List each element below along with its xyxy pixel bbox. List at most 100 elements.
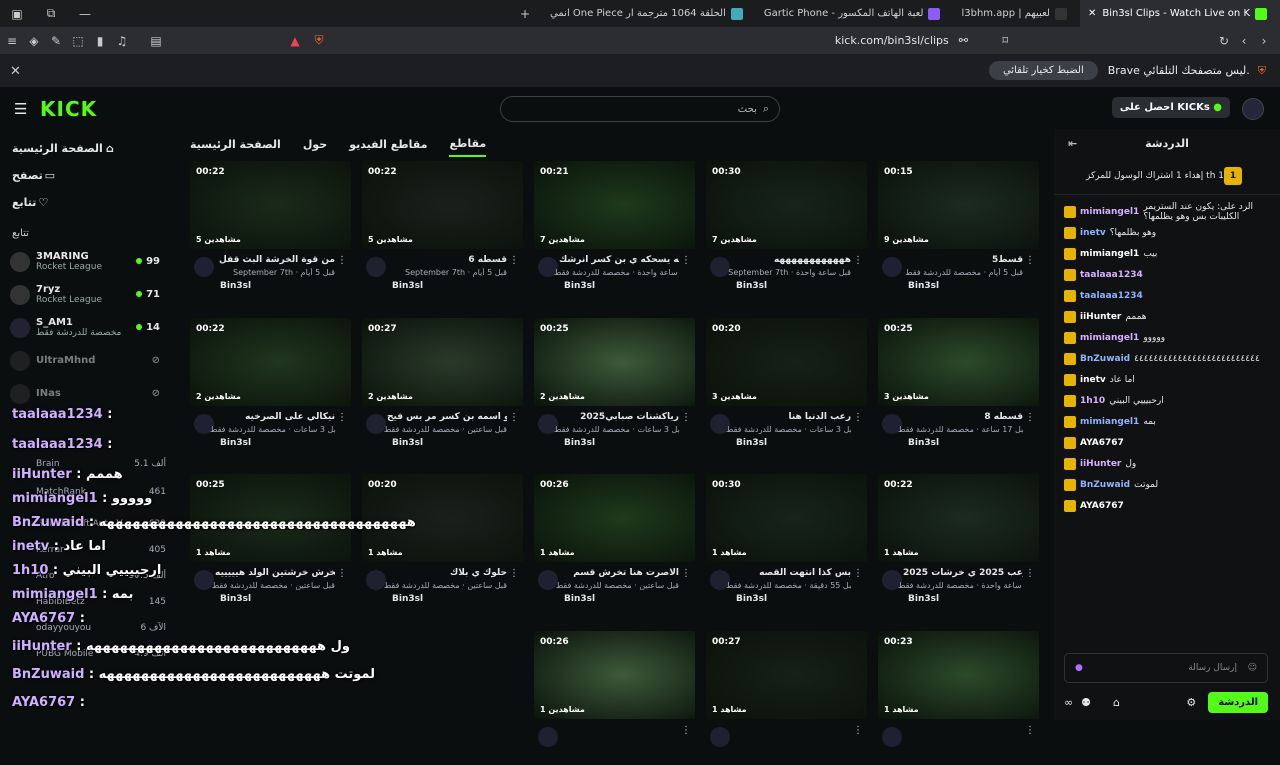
chat-message[interactable]: AYA6767 xyxy=(1064,495,1270,516)
chat-username[interactable]: 1h10 xyxy=(1080,396,1105,406)
clip-card[interactable]: 00:21 7 مشاهدين الله يسحكه ي بن كسر انرشك … xyxy=(534,161,695,295)
clip-card[interactable]: 00:20 3 مشاهدين رعب الدنيا هنا قبل 3 ساعات … xyxy=(706,318,867,452)
clip-thumbnail[interactable]: 00:27 1 مشاهد xyxy=(706,631,867,719)
extensions-icon[interactable]: ⬚ xyxy=(68,34,88,48)
emoji-icon[interactable]: ☺ xyxy=(1248,663,1257,673)
clip-thumbnail[interactable]: 00:20 3 مشاهدين xyxy=(706,318,867,406)
kick-logo[interactable]: KICK xyxy=(40,97,97,121)
clip-title[interactable]: بس كذا انتهت القصه xyxy=(759,568,851,578)
clip-card[interactable]: 00:25 3 مشاهدين قسطه 8 قبل 17 ساعة · مخصصة … xyxy=(878,318,1039,452)
pen-icon[interactable]: ✎ xyxy=(46,34,66,48)
clip-title[interactable]: من قوة الخرشة البث قفل xyxy=(219,255,335,265)
clip-thumbnail[interactable]: 00:20 1 مشاهد xyxy=(362,474,523,562)
users-icon[interactable]: ⚉ xyxy=(1081,696,1091,709)
clip-thumbnail[interactable]: 00:26 1 مشاهدين xyxy=(534,631,695,719)
chat-message[interactable]: AYA6767 xyxy=(1064,432,1270,453)
search-input[interactable]: بحث ⌕ xyxy=(500,96,780,122)
clip-channel[interactable]: Bin3sl xyxy=(392,594,423,604)
clip-title[interactable]: الاصرت هنا تخرش قسم xyxy=(573,568,679,578)
channel-item[interactable]: INas ⊘ xyxy=(0,377,170,410)
avatar[interactable] xyxy=(710,727,730,747)
chat-message[interactable]: iiHunter هممم xyxy=(1064,306,1270,327)
clip-thumbnail[interactable]: 00:30 7 مشاهدين xyxy=(706,161,867,249)
chat-message[interactable]: mimiangel1 بيب xyxy=(1064,243,1270,264)
clip-thumbnail[interactable]: 00:25 1 مشاهد xyxy=(190,474,351,562)
clip-card[interactable]: 00:20 1 مشاهد حلوك ي بلاك قبل ساعتين · مخصص… xyxy=(362,474,523,608)
back-icon[interactable]: ‹ xyxy=(1234,34,1254,48)
store-icon[interactable]: ⌂ xyxy=(1113,696,1120,709)
clip-card[interactable]: 00:26 1 مشاهدين ⋮ xyxy=(534,631,695,765)
channel-item[interactable]: Karrar 405 xyxy=(36,545,166,563)
chat-username[interactable]: taalaaa1234 xyxy=(1080,270,1143,280)
clip-thumbnail[interactable]: 00:22 5 مشاهدين xyxy=(362,161,523,249)
avatar[interactable] xyxy=(882,257,902,277)
more-options-icon[interactable]: ⋮ xyxy=(853,568,863,579)
menu-icon[interactable]: ≡ xyxy=(2,34,22,48)
clip-channel[interactable]: Bin3sl xyxy=(564,594,595,604)
clip-title[interactable]: ههههههههههههه xyxy=(774,255,851,265)
brave-rewards-icon[interactable]: ▲ xyxy=(285,34,305,48)
chat-username[interactable]: BnZuwaid xyxy=(1080,354,1130,364)
reload-icon[interactable]: ↻ xyxy=(1214,34,1234,48)
clip-thumbnail[interactable]: 00:25 2 مشاهدين xyxy=(534,318,695,406)
close-icon[interactable]: ✕ xyxy=(1088,8,1096,19)
wallet-icon[interactable]: ▤ xyxy=(146,34,166,48)
more-options-icon[interactable]: ⋮ xyxy=(853,412,863,423)
more-options-icon[interactable]: ⋮ xyxy=(337,412,347,423)
more-options-icon[interactable]: ⋮ xyxy=(681,412,691,423)
chat-message[interactable]: mimiangel1 الرد على: يكون عند الستريمر ال… xyxy=(1064,201,1270,222)
clip-channel[interactable]: Bin3sl xyxy=(908,594,939,604)
pinned-message[interactable]: إهداء 1 اشتراك الوسول للمركز th 11 xyxy=(1054,157,1280,195)
chat-message[interactable]: BnZuwaid لموتت xyxy=(1064,474,1270,495)
tab-about[interactable]: حول xyxy=(303,132,327,156)
new-tab-button[interactable]: + xyxy=(508,7,542,21)
mic-icon[interactable]: ● xyxy=(1075,663,1083,673)
more-options-icon[interactable]: ⋮ xyxy=(1025,412,1035,423)
clip-card[interactable]: 00:30 1 مشاهد بس كذا انتهت القصه قبل 55 دقي… xyxy=(706,474,867,608)
clip-title[interactable]: قسط5 xyxy=(992,255,1023,265)
clip-thumbnail[interactable]: 00:22 1 مشاهد xyxy=(878,474,1039,562)
clip-card[interactable]: 00:25 1 مشاهد انخرش خرشتين الولد هيييييه..… xyxy=(190,474,351,608)
more-options-icon[interactable]: ⋮ xyxy=(1025,725,1035,736)
clip-card[interactable]: 00:22 5 مشاهدين قسطه 6 September 7th · قبل … xyxy=(362,161,523,295)
clip-thumbnail[interactable]: 00:26 1 مشاهد xyxy=(534,474,695,562)
chat-username[interactable]: iiHunter xyxy=(1080,459,1121,469)
clip-channel[interactable]: Bin3sl xyxy=(564,281,595,291)
sidebar-icon[interactable]: ▮ xyxy=(90,34,110,48)
clip-channel[interactable]: Bin3sl xyxy=(564,438,595,448)
clip-channel[interactable]: Bin3sl xyxy=(220,594,251,604)
get-kicks-button[interactable]: احصل على KICKs ● xyxy=(1111,97,1230,118)
bookmark-icon[interactable]: ⌑ xyxy=(1002,34,1008,47)
clip-thumbnail[interactable]: 00:27 2 مشاهدين xyxy=(362,318,523,406)
set-default-button[interactable]: الضبط كخيار تلقائي xyxy=(988,61,1098,80)
shield-icon[interactable]: ◈ xyxy=(24,34,44,48)
clip-thumbnail[interactable]: 00:23 1 مشاهد xyxy=(878,631,1039,719)
clip-channel[interactable]: Bin3sl xyxy=(392,281,423,291)
clip-title[interactable]: قسطه 8 xyxy=(984,412,1023,422)
clip-card[interactable]: 00:25 2 مشاهدين رياكشنات صبابي2025 قبل 3 سا… xyxy=(534,318,695,452)
brave-shields-icon[interactable]: ⛨ xyxy=(309,33,329,48)
more-options-icon[interactable]: ⋮ xyxy=(509,568,519,579)
chat-message[interactable]: inetv وهو بظلمها؟ xyxy=(1064,222,1270,243)
chat-username[interactable]: inetv xyxy=(1080,228,1106,238)
tab-1[interactable]: l3bhm.app | لعبيهم xyxy=(953,0,1079,27)
more-options-icon[interactable]: ⋮ xyxy=(337,568,347,579)
chat-message[interactable]: mimiangel1 بمه xyxy=(1064,411,1270,432)
chat-username[interactable]: mimiangel1 xyxy=(1080,207,1139,217)
clip-title[interactable]: ساو اسمه بن كسر مر بس فيح... xyxy=(387,412,507,422)
tab-home[interactable]: الصفحة الرئيسية xyxy=(190,132,281,156)
tab-active[interactable]: ✕ Bin3sl Clips - Watch Live on K xyxy=(1079,0,1280,27)
clip-card[interactable]: 00:22 1 مشاهد رعب 2025 ي خرشات 2025 قبل ساع… xyxy=(878,474,1039,608)
more-options-icon[interactable]: ⋮ xyxy=(853,725,863,736)
forward-icon[interactable]: › xyxy=(1254,34,1274,48)
more-options-icon[interactable]: ⋮ xyxy=(337,255,347,266)
collapse-chat-icon[interactable]: ⇤ xyxy=(1068,137,1077,150)
channel-item[interactable]: Atro 30.5 ألف xyxy=(36,571,166,589)
channel-item[interactable]: odayyouyou 6 الآف xyxy=(36,623,166,641)
close-icon[interactable]: ✕ xyxy=(10,64,21,79)
tab-3[interactable]: انمي One Piece الحلقة 1064 مترجمة ار xyxy=(542,0,756,27)
clip-channel[interactable]: Bin3sl xyxy=(220,438,251,448)
chat-message[interactable]: mimiangel1 ووووو xyxy=(1064,327,1270,348)
clip-card[interactable]: 00:23 1 مشاهد ⋮ xyxy=(878,631,1039,765)
chat-username[interactable]: mimiangel1 xyxy=(1080,249,1139,259)
